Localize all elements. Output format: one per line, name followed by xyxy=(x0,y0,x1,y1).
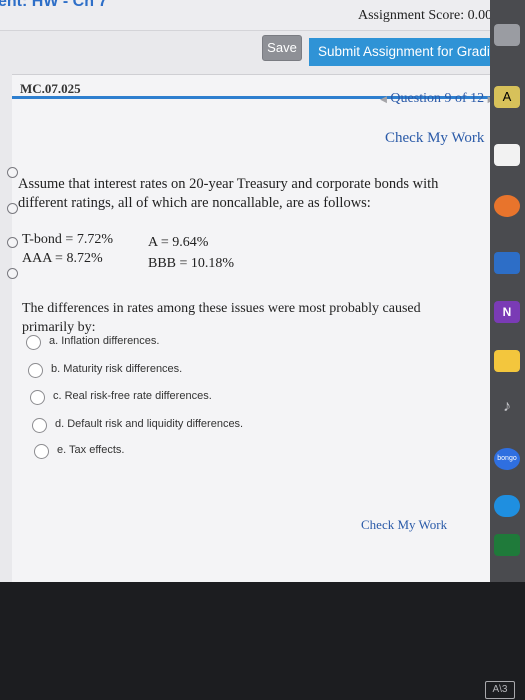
screen-icon[interactable] xyxy=(494,252,520,274)
app-icon[interactable] xyxy=(494,24,520,46)
question-prompt: The differences in rates among these iss… xyxy=(22,301,421,335)
blackboard-icon[interactable] xyxy=(494,195,520,217)
bongo-label: bongo xyxy=(497,455,517,462)
radio-button[interactable] xyxy=(34,444,49,459)
letter-a-icon[interactable]: A xyxy=(494,86,520,108)
onenote-letter: N xyxy=(502,305,512,319)
question-navigation[interactable]: ◀ Question 9 of 12 ▶ xyxy=(380,91,490,107)
rate-tbond: T-bond = 7.72% xyxy=(22,232,113,247)
assignment-score: Assignment Score: 0.00% xyxy=(358,8,490,23)
radio-button[interactable] xyxy=(28,363,43,378)
option-label: b. Maturity risk differences. xyxy=(51,363,183,375)
radio-button[interactable] xyxy=(30,390,45,405)
question-counter: Question 9 of 12 xyxy=(390,91,485,106)
submit-assignment-button[interactable]: Submit Assignment for Grading xyxy=(309,38,490,66)
rate-a: A = 9.64% xyxy=(148,235,209,250)
radio-button[interactable] xyxy=(32,418,47,433)
device-bezel-label: A\3 xyxy=(485,681,515,699)
check-my-work-link-bottom[interactable]: Check My Work xyxy=(361,517,447,533)
rate-bbb: BBB = 10.18% xyxy=(148,256,235,271)
pen-icon[interactable] xyxy=(494,350,520,372)
check-my-work-link-top[interactable]: Check My Work xyxy=(385,130,484,147)
assignment-title: ent: HW - Ch 7 xyxy=(0,0,108,10)
radio-button[interactable] xyxy=(26,335,41,350)
option-label: e. Tax effects. xyxy=(57,444,125,456)
browser-screen: ent: HW - Ch 7 Assignment Score: 0.00% S… xyxy=(0,0,490,582)
question-panel: MC.07.025 ◀ Question 9 of 12 ▶ Check My … xyxy=(7,74,490,582)
notes-icon[interactable] xyxy=(494,144,520,166)
rate-aaa: AAA = 8.72% xyxy=(22,251,103,266)
cloud-icon[interactable] xyxy=(494,495,520,517)
assignment-header: ent: HW - Ch 7 Assignment Score: 0.00% xyxy=(0,0,490,31)
dock-top-letter: A xyxy=(502,89,512,104)
side-radio-4 xyxy=(7,268,18,279)
app-icon[interactable] xyxy=(494,534,520,556)
bongo-icon[interactable]: bongo xyxy=(494,448,520,470)
onenote-icon[interactable]: N xyxy=(494,301,520,323)
taskbar-dock: A N ♪ bongo xyxy=(490,0,525,582)
question-stem: Assume that interest rates on 20-year Tr… xyxy=(18,176,439,211)
option-label: d. Default risk and liquidity difference… xyxy=(55,418,244,430)
save-button[interactable]: Save xyxy=(262,35,302,61)
question-id: MC.07.025 xyxy=(20,81,81,96)
side-radio-3 xyxy=(7,237,18,248)
side-radio-2 xyxy=(7,203,18,214)
prev-question-icon[interactable]: ◀ xyxy=(380,94,387,104)
side-radio-1 xyxy=(7,167,18,178)
option-label: a. Inflation differences. xyxy=(49,335,160,347)
music-icon[interactable]: ♪ xyxy=(494,398,520,420)
option-label: c. Real risk-free rate differences. xyxy=(53,390,212,402)
